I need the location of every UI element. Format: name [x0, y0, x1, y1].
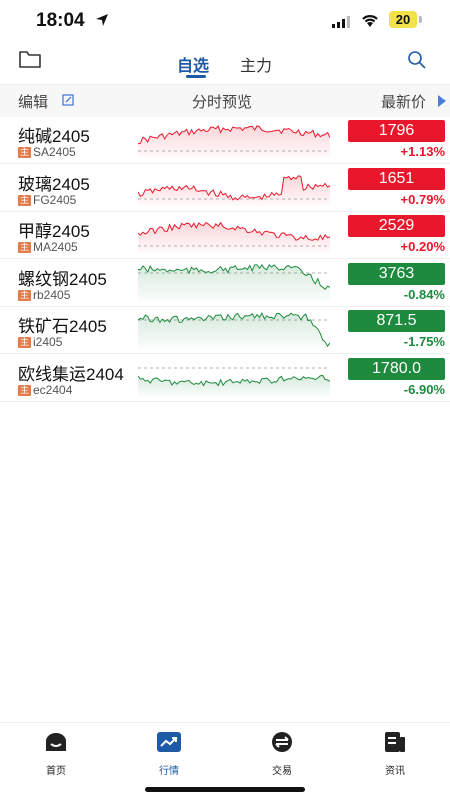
- main-contract-badge: 主: [18, 337, 31, 348]
- contract-code: rb2405: [33, 288, 71, 302]
- intraday-sparkline: [138, 367, 330, 396]
- intraday-sparkline: [138, 264, 330, 301]
- list-header: 编辑 分时预览 最新价: [0, 84, 450, 117]
- main-contract-badge: 主: [18, 290, 31, 301]
- contract-code: FG2405: [33, 193, 77, 207]
- list-item[interactable]: 欧线集运2404 主 ec2404 1780.0 -6.90%: [0, 354, 450, 402]
- nav-home[interactable]: 首页: [26, 731, 86, 777]
- home-indicator: [145, 787, 305, 792]
- search-icon[interactable]: [407, 50, 427, 70]
- contract-name: 纯碱2405: [18, 127, 90, 146]
- nav-home-label: 首页: [46, 766, 66, 777]
- price-change: +1.13%: [400, 144, 445, 159]
- tab-underline: [186, 75, 206, 78]
- contract-name: 欧线集运2404: [18, 365, 124, 384]
- nav-market[interactable]: 行情: [139, 731, 199, 777]
- folder-icon[interactable]: [18, 49, 42, 69]
- contract-code: ec2404: [33, 383, 73, 397]
- market-trend-icon: [157, 732, 181, 752]
- contract-code: i2405: [33, 335, 63, 349]
- nav-news-label: 资讯: [385, 766, 405, 777]
- intraday-preview-label: 分时预览: [192, 94, 253, 111]
- contract-name: 铁矿石2405: [18, 317, 107, 336]
- nav-market-label: 行情: [159, 766, 179, 777]
- price-change: -0.84%: [403, 287, 445, 302]
- nav-news[interactable]: 资讯: [365, 731, 425, 777]
- contract-name: 螺纹钢2405: [18, 270, 107, 289]
- contract-name: 甲醇2405: [18, 222, 90, 241]
- latest-price[interactable]: 3763: [348, 263, 445, 285]
- status-bar: 18:04 20: [0, 0, 450, 40]
- latest-price-label[interactable]: 最新价: [381, 91, 426, 112]
- contract-code: MA2405: [33, 240, 78, 254]
- price-change: -1.75%: [403, 334, 445, 349]
- latest-price[interactable]: 2529: [348, 215, 445, 237]
- latest-price[interactable]: 871.5: [348, 310, 445, 332]
- top-bar: 自选 主力: [0, 40, 450, 84]
- latest-price[interactable]: 1651: [348, 168, 445, 190]
- latest-price[interactable]: 1796: [348, 120, 445, 142]
- list-item[interactable]: 纯碱2405 主 SA2405 1796 +1.13%: [0, 116, 450, 164]
- list-item[interactable]: 甲醇2405 主 MA2405 2529 +0.20%: [0, 211, 450, 259]
- main-contract-badge: 主: [18, 195, 31, 206]
- trade-exchange-icon: [272, 732, 292, 752]
- status-time: 18:04: [36, 10, 85, 31]
- latest-price[interactable]: 1780.0: [348, 358, 445, 380]
- price-change: +0.20%: [400, 239, 445, 254]
- wifi-icon: [362, 15, 378, 27]
- edit-icon[interactable]: [62, 94, 74, 106]
- signal-icon: [332, 16, 350, 28]
- nav-trade-label: 交易: [272, 766, 292, 777]
- home-icon: [46, 733, 66, 751]
- sparkline-area: [138, 125, 330, 158]
- intraday-sparkline: [138, 311, 330, 348]
- news-icon: [385, 732, 405, 752]
- main-contract-badge: 主: [18, 242, 31, 253]
- intraday-sparkline: [138, 125, 330, 158]
- intraday-sparkline: [138, 221, 330, 253]
- price-change: -6.90%: [403, 382, 445, 397]
- battery-cap: [419, 16, 422, 23]
- contract-code: SA2405: [33, 145, 76, 159]
- sparkline-area: [138, 375, 330, 396]
- edit-button[interactable]: 编辑: [18, 91, 48, 112]
- sort-arrow-icon[interactable]: [438, 95, 446, 107]
- contract-name: 玻璃2405: [18, 175, 90, 194]
- price-change: +0.79%: [400, 192, 445, 207]
- nav-trade[interactable]: 交易: [252, 731, 312, 777]
- location-arrow-icon: [96, 14, 108, 26]
- battery-icon: 20: [389, 11, 417, 28]
- main-contract-badge: 主: [18, 385, 31, 396]
- main-contract-badge: 主: [18, 147, 31, 158]
- tab-watchlist[interactable]: 自选: [177, 52, 209, 76]
- intraday-sparkline: [138, 175, 330, 206]
- list-item[interactable]: 铁矿石2405 主 i2405 871.5 -1.75%: [0, 306, 450, 354]
- tab-main-contract[interactable]: 主力: [240, 52, 272, 76]
- list-item[interactable]: 螺纹钢2405 主 rb2405 3763 -0.84%: [0, 259, 450, 307]
- list-item[interactable]: 玻璃2405 主 FG2405 1651 +0.79%: [0, 164, 450, 212]
